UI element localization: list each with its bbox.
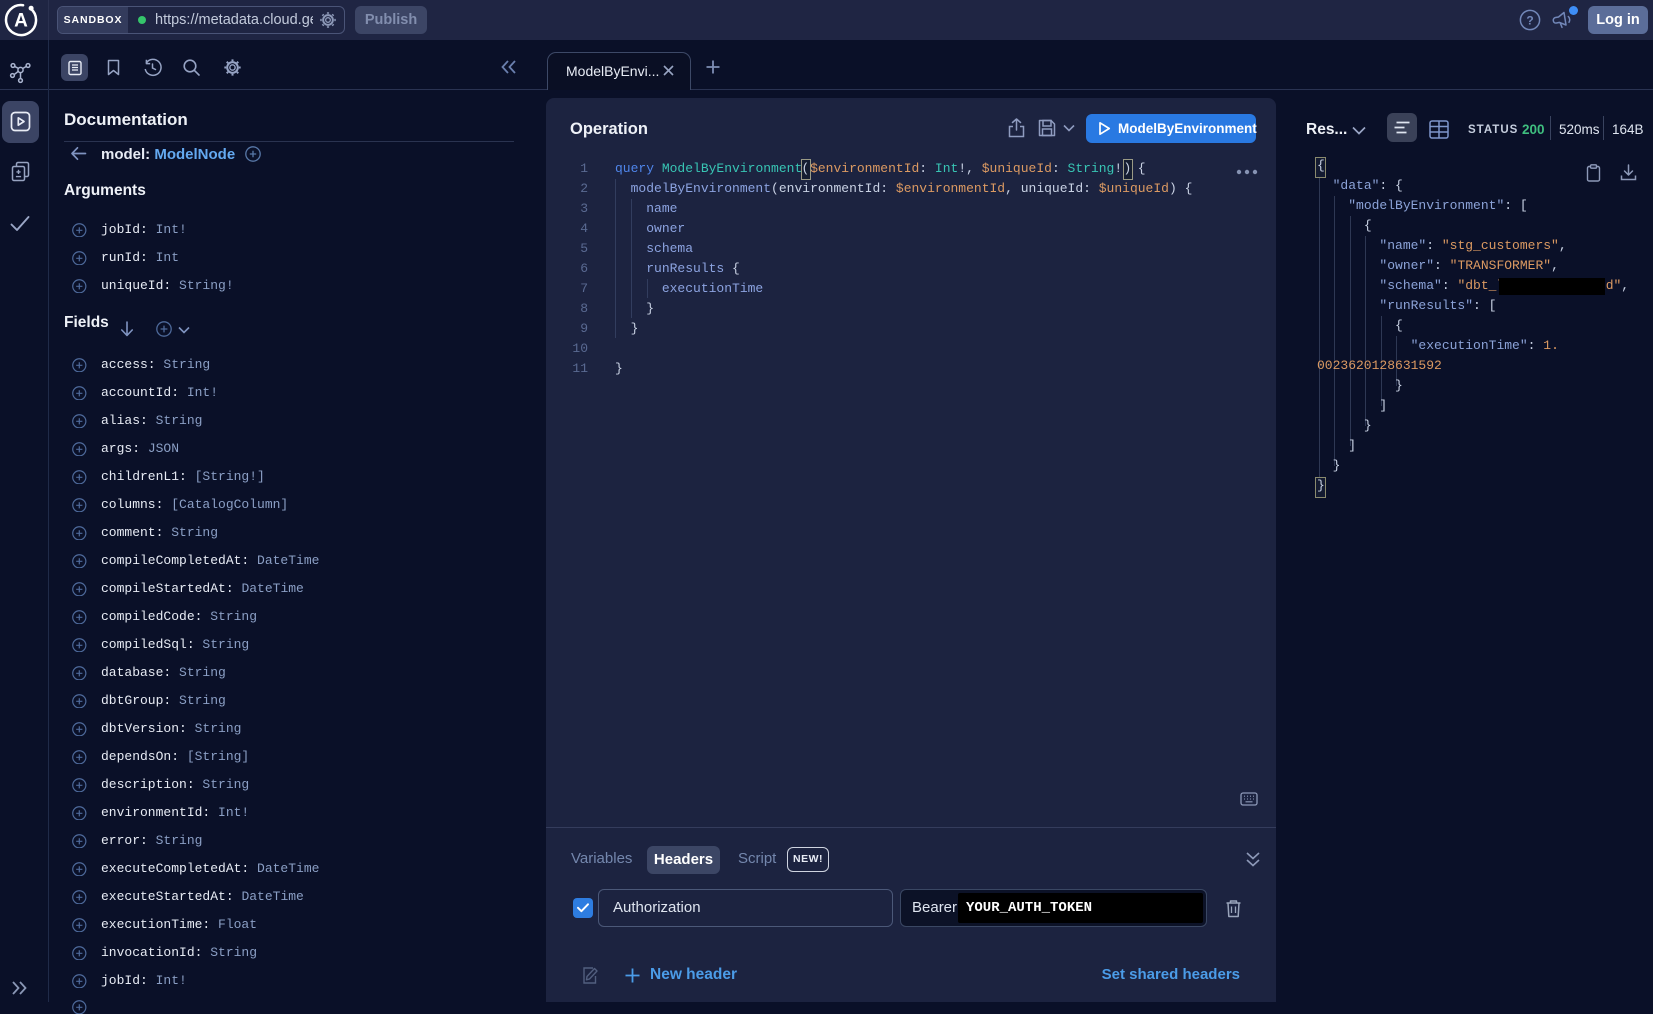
svg-text:A: A [14, 11, 28, 32]
svg-text:?: ? [1526, 13, 1533, 27]
